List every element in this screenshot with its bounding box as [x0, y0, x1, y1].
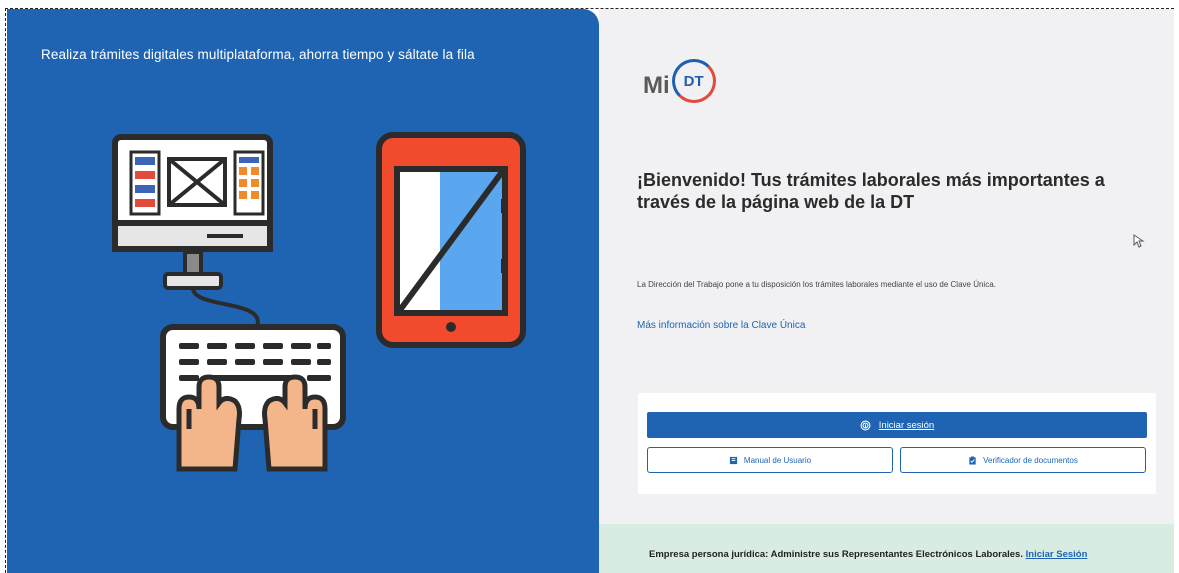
intro-text: La Dirección del Trabajo pone a tu dispo… [637, 280, 996, 289]
fingerprint-icon [860, 420, 871, 430]
login-button-label: Iniciar sesión [878, 419, 935, 431]
monitor-icon [112, 134, 273, 328]
welcome-title: ¡Bienvenido! Tus trámites laborales más … [637, 170, 1105, 212]
right-login-panel: Mi DT ¡Bienvenido! Tus trámites laborale… [599, 9, 1174, 573]
company-login-link[interactable]: Iniciar Sesión [1026, 549, 1088, 560]
midt-logo: Mi DT [643, 59, 716, 103]
book-icon [729, 456, 738, 464]
footer-text: Empresa persona jurídica: Administre sus… [649, 549, 1087, 560]
mouse-cursor-icon [1133, 234, 1145, 248]
devices-illustration [112, 132, 526, 472]
clipboard-check-icon [969, 455, 976, 465]
footer-message: Empresa persona jurídica: Administre sus… [649, 549, 1023, 560]
tablet-icon [376, 132, 526, 348]
document-verifier-label: Verificador de documentos [983, 455, 1078, 465]
left-promo-panel: Realiza trámites digitales multiplatafor… [7, 9, 599, 573]
login-button[interactable]: Iniciar sesión [647, 412, 1147, 438]
logo-prefix: Mi [643, 72, 670, 99]
login-card: Iniciar sesión Manual de Usuario Verific… [638, 393, 1156, 494]
company-footer-bar: Empresa persona jurídica: Administre sus… [599, 524, 1174, 573]
document-verifier-button[interactable]: Verificador de documentos [900, 447, 1146, 473]
logo-badge: DT [671, 59, 716, 103]
user-manual-button[interactable]: Manual de Usuario [647, 447, 893, 473]
user-manual-label: Manual de Usuario [743, 455, 812, 465]
clave-unica-info-link[interactable]: Más información sobre la Clave Única [637, 320, 805, 331]
